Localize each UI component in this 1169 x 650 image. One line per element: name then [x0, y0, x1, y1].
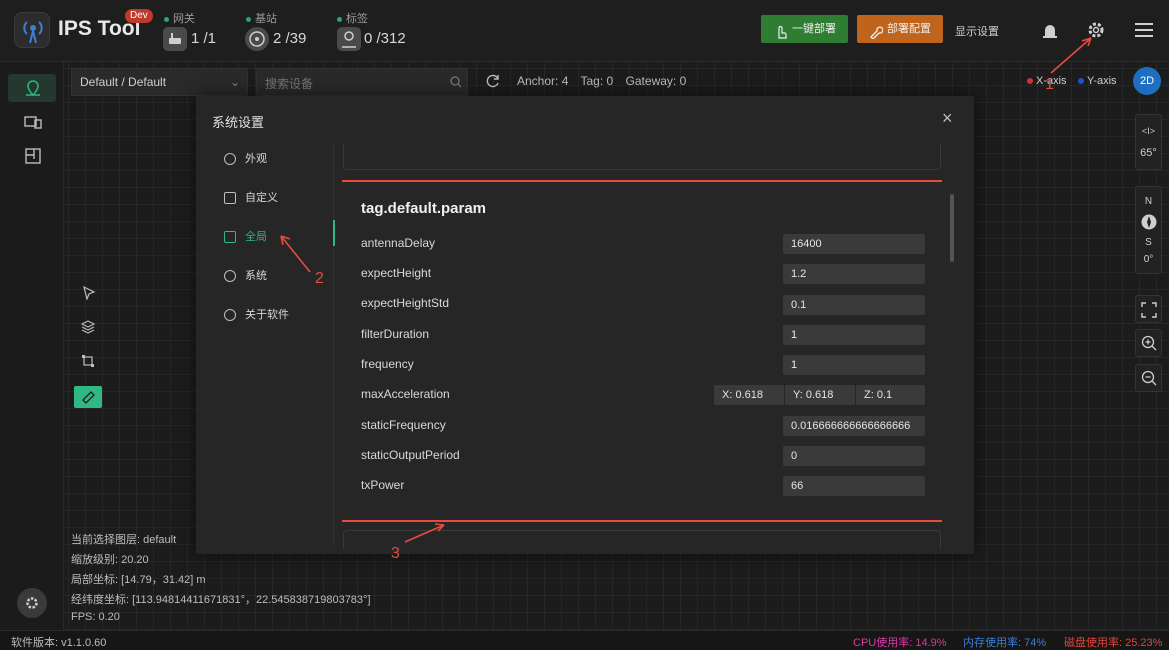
annotation-number-3: 3: [391, 545, 400, 562]
annotation-number-2: 2: [315, 270, 324, 287]
annotation-arrows: [280, 37, 1092, 543]
annotation-number-1: 1: [1045, 76, 1054, 93]
